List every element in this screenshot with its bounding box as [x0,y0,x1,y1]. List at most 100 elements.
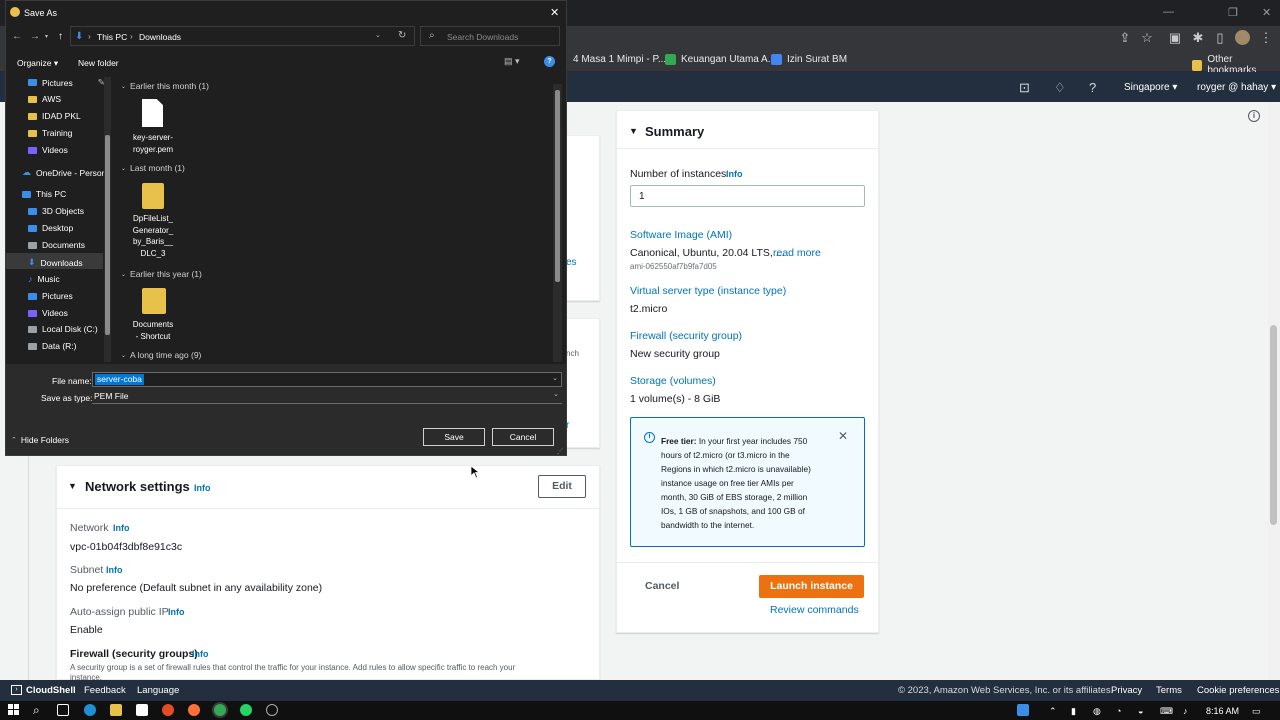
save-type-dropdown-icon[interactable]: ⌄ [553,390,559,398]
cloudshell-footer-icon[interactable]: › [11,685,22,695]
puzzle-icon[interactable]: ✱ [1190,30,1206,46]
share-icon[interactable]: ⇪ [1117,30,1133,46]
dialog-close-icon[interactable]: ✕ [550,6,559,19]
collapse-caret-icon[interactable]: ▼ [629,126,638,136]
save-type-select[interactable]: PEM File ⌄ [92,389,562,404]
tray-icon[interactable]: ◍ [1093,706,1101,717]
organize-menu[interactable]: Organize ▾ [17,58,58,69]
file-item[interactable]: DpFileList_ Generator_ by_Baris__ DLC_3 [125,213,181,259]
refresh-icon[interactable]: ↻ [398,30,406,41]
terms-link[interactable]: Terms [1156,685,1182,696]
sidebar-item-music[interactable]: ♪ Music [28,274,60,284]
chrome-icon[interactable] [214,704,226,716]
file-item[interactable]: Documents - Shortcut [125,319,181,342]
network-field-info-link[interactable]: Info [113,523,130,533]
collapse-caret-icon[interactable]: ▼ [68,481,77,491]
feedback-link[interactable]: Feedback [84,685,126,696]
privacy-link[interactable]: Privacy [1111,685,1142,696]
language-link[interactable]: Language [137,685,179,696]
hidden-link-fragment[interactable]: es [566,257,577,268]
bookmark-item-2[interactable]: Keuangan Utama A... [665,54,776,65]
clock-time[interactable]: 8:16 AM [1206,706,1239,716]
store-icon[interactable] [136,704,148,716]
app-icon-2[interactable] [266,704,278,716]
search-icon[interactable]: ⌕ [33,703,40,718]
sidebar-item-pictures[interactable]: Pictures [28,291,73,301]
bookmark-item-3[interactable]: Izin Surat BM [771,54,847,65]
sidebar-item-training[interactable]: Training [28,128,72,138]
task-view-icon[interactable] [57,704,69,716]
instances-input[interactable]: 1 [630,185,865,207]
account-menu[interactable]: royger @ hahay ▾ [1197,82,1276,93]
forward-arrow-icon[interactable]: → [30,31,40,42]
back-arrow-icon[interactable]: ← [12,31,22,42]
resize-grip-icon[interactable]: ⋰ [557,448,563,455]
sidebar-item-this-pc[interactable]: This PC [22,189,66,199]
edge-icon[interactable] [84,704,96,716]
file-name-dropdown-icon[interactable]: ⌄ [552,374,558,382]
review-commands-link[interactable]: Review commands [770,604,859,616]
firewall-label[interactable]: Firewall (security group) [630,330,742,342]
extension-icon[interactable]: ▣ [1167,30,1183,46]
close-alert-icon[interactable]: ✕ [838,429,848,443]
tray-icon-3[interactable]: ◒ [1138,706,1143,716]
notification-center-icon[interactable]: ▭ [1252,706,1261,717]
sidebar-item-aws[interactable]: AWS [28,94,61,104]
instances-info-link[interactable]: Info [726,169,743,179]
tray-icon-2[interactable]: ◔ [1116,706,1121,716]
windows-start-icon[interactable] [8,704,19,715]
launch-instance-button[interactable]: Launch instance [759,575,864,598]
sidepanel-icon[interactable]: ▯ [1212,30,1228,46]
view-options-icon[interactable]: ▤ ▾ [504,56,520,67]
sidebar-scrollbar-thumb[interactable] [105,135,110,335]
bookmark-star-icon[interactable]: ☆ [1139,30,1155,46]
bookmark-item-1[interactable]: 4 Masa 1 Mimpi - P... [573,54,666,65]
edit-button[interactable]: Edit [538,475,586,498]
storage-label[interactable]: Storage (volumes) [630,375,716,387]
sidebar-item-3d-objects[interactable]: 3D Objects [28,206,84,216]
address-dropdown-icon[interactable]: ⌄ [375,31,381,39]
sidebar-item-desktop[interactable]: Desktop [28,223,73,233]
maximize-icon[interactable]: ❐ [1228,6,1238,19]
breadcrumb-downloads[interactable]: Downloads [139,32,181,42]
sidebar-item-documents[interactable]: Documents [28,240,85,250]
hide-folders-toggle[interactable]: ⌃ Hide Folders [11,435,69,445]
whatsapp-icon[interactable] [240,704,252,716]
file-item[interactable]: key-server- royger.pem [125,132,181,155]
page-scrollbar-thumb[interactable] [1270,325,1277,525]
group-earlier-this-year[interactable]: ⌄ Earlier this year (1) [121,269,202,279]
help-icon[interactable]: ? [544,56,555,67]
group-long-time-ago[interactable]: ⌄ A long time ago (9) [121,350,201,360]
up-arrow-icon[interactable]: ↑ [58,31,63,42]
breadcrumb-this-pc[interactable]: This PC [97,32,127,42]
info-panel-icon[interactable]: i [1248,110,1260,122]
tray-app-icon[interactable] [1017,704,1029,716]
cookie-preferences-link[interactable]: Cookie preferences [1197,685,1279,696]
subnet-info-link[interactable]: Info [106,565,123,575]
profile-avatar[interactable] [1235,30,1250,45]
sidebar-item-idad-pkl[interactable]: IDAD PKL [28,111,81,121]
volume-icon[interactable]: ♪ [1183,706,1188,716]
save-button[interactable]: Save [423,428,485,446]
instance-type-label[interactable]: Virtual server type (instance type) [630,285,786,297]
firewall-info-link[interactable]: Info [192,649,209,659]
tray-chevron-icon[interactable]: ⌃ [1049,706,1057,717]
minimize-icon[interactable]: — [1163,6,1174,18]
notifications-icon[interactable]: ♢ [1054,80,1066,96]
cancel-button[interactable]: Cancel [645,580,679,592]
cloudshell-icon[interactable]: ⊡ [1019,80,1030,96]
help-icon[interactable]: ? [1089,80,1096,95]
file-name-input[interactable]: server-coba ⌄ [92,372,562,387]
network-info-link[interactable]: Info [194,483,211,493]
keyboard-icon[interactable]: ⌨ [1160,706,1173,717]
cancel-button[interactable]: Cancel [492,428,554,446]
ami-read-more-link[interactable]: read more [773,247,821,259]
file-list-scrollbar-thumb[interactable] [555,90,560,282]
ami-label[interactable]: Software Image (AMI) [630,229,732,241]
cloudshell-link[interactable]: CloudShell [26,685,76,696]
menu-kebab-icon[interactable]: ⋮ [1258,30,1274,46]
new-folder-button[interactable]: New folder [78,58,119,68]
sidebar-item-downloads[interactable]: ⬇ Downloads [28,257,83,268]
close-window-icon[interactable]: ✕ [1262,6,1271,19]
file-explorer-icon[interactable] [110,704,122,716]
